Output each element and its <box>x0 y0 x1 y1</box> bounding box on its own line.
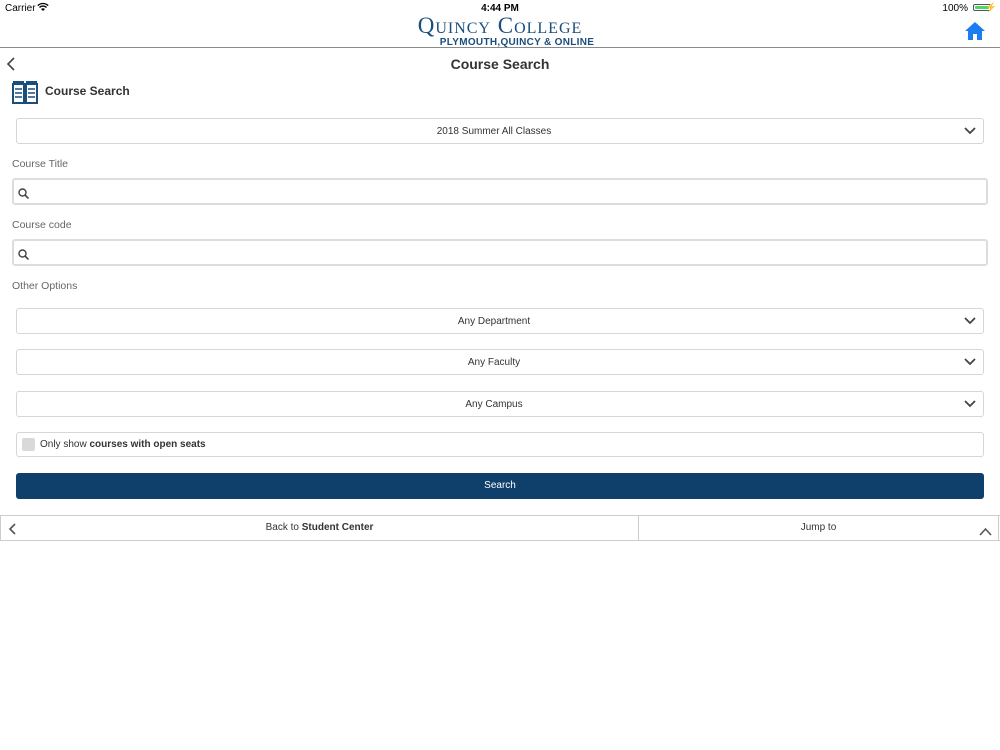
course-title-input[interactable] <box>34 182 978 203</box>
jump-to-button[interactable]: Jump to <box>639 516 999 540</box>
charging-icon: ⚡ <box>985 2 997 12</box>
chevron-down-icon <box>964 400 976 408</box>
open-seats-label: Only show courses with open seats <box>40 439 206 450</box>
book-icon <box>12 80 38 106</box>
campus-select-value: Any Campus <box>465 399 523 410</box>
course-title-label: Course Title <box>12 158 69 170</box>
footer-bar: Back to Student Center Jump to <box>0 515 1000 541</box>
term-select[interactable]: 2018 Summer All Classes <box>16 118 984 144</box>
back-to-target: Student Center <box>301 522 374 533</box>
search-button[interactable]: Search <box>16 473 984 499</box>
jump-to-label: Jump to <box>800 522 837 533</box>
open-seats-option[interactable]: Only show courses with open seats <box>16 432 984 457</box>
battery-percent: 100% <box>942 3 968 14</box>
back-to-student-center-button[interactable]: Back to Student Center <box>0 516 639 540</box>
app-header: Quincy College PLYMOUTH,QUINCY & ONLINE <box>0 14 1000 48</box>
college-logo: Quincy College PLYMOUTH,QUINCY & ONLINE <box>400 13 600 48</box>
department-select[interactable]: Any Department <box>16 308 984 334</box>
open-seats-label-bold: courses with open seats <box>89 439 206 450</box>
home-icon[interactable] <box>964 21 986 41</box>
open-seats-checkbox[interactable] <box>22 438 35 451</box>
chevron-up-icon <box>979 523 992 536</box>
course-code-input[interactable] <box>34 243 978 264</box>
course-code-label: Course code <box>12 219 72 231</box>
back-to-prefix: Back to <box>265 522 302 533</box>
faculty-select-value: Any Faculty <box>467 357 521 368</box>
chevron-down-icon <box>964 358 976 366</box>
logo-line1: Quincy College <box>417 13 583 38</box>
campus-select[interactable]: Any Campus <box>16 391 984 417</box>
term-select-value: 2018 Summer All Classes <box>436 126 552 137</box>
page-title: Course Search <box>450 56 550 72</box>
course-code-field[interactable] <box>12 239 988 266</box>
open-seats-label-prefix: Only show <box>40 439 90 450</box>
department-select-value: Any Department <box>457 316 531 327</box>
section-title: Course Search <box>45 84 130 98</box>
search-icon <box>18 186 30 200</box>
back-to-label: Back to Student Center <box>1 522 638 533</box>
chevron-down-icon <box>964 317 976 325</box>
chevron-down-icon <box>964 127 976 135</box>
course-title-field[interactable] <box>12 178 988 205</box>
faculty-select[interactable]: Any Faculty <box>16 349 984 375</box>
logo-line2: PLYMOUTH,QUINCY & ONLINE <box>439 37 595 48</box>
search-icon <box>18 247 30 261</box>
other-options-label: Other Options <box>12 280 78 292</box>
nav-bar: Course Search <box>0 48 1000 80</box>
